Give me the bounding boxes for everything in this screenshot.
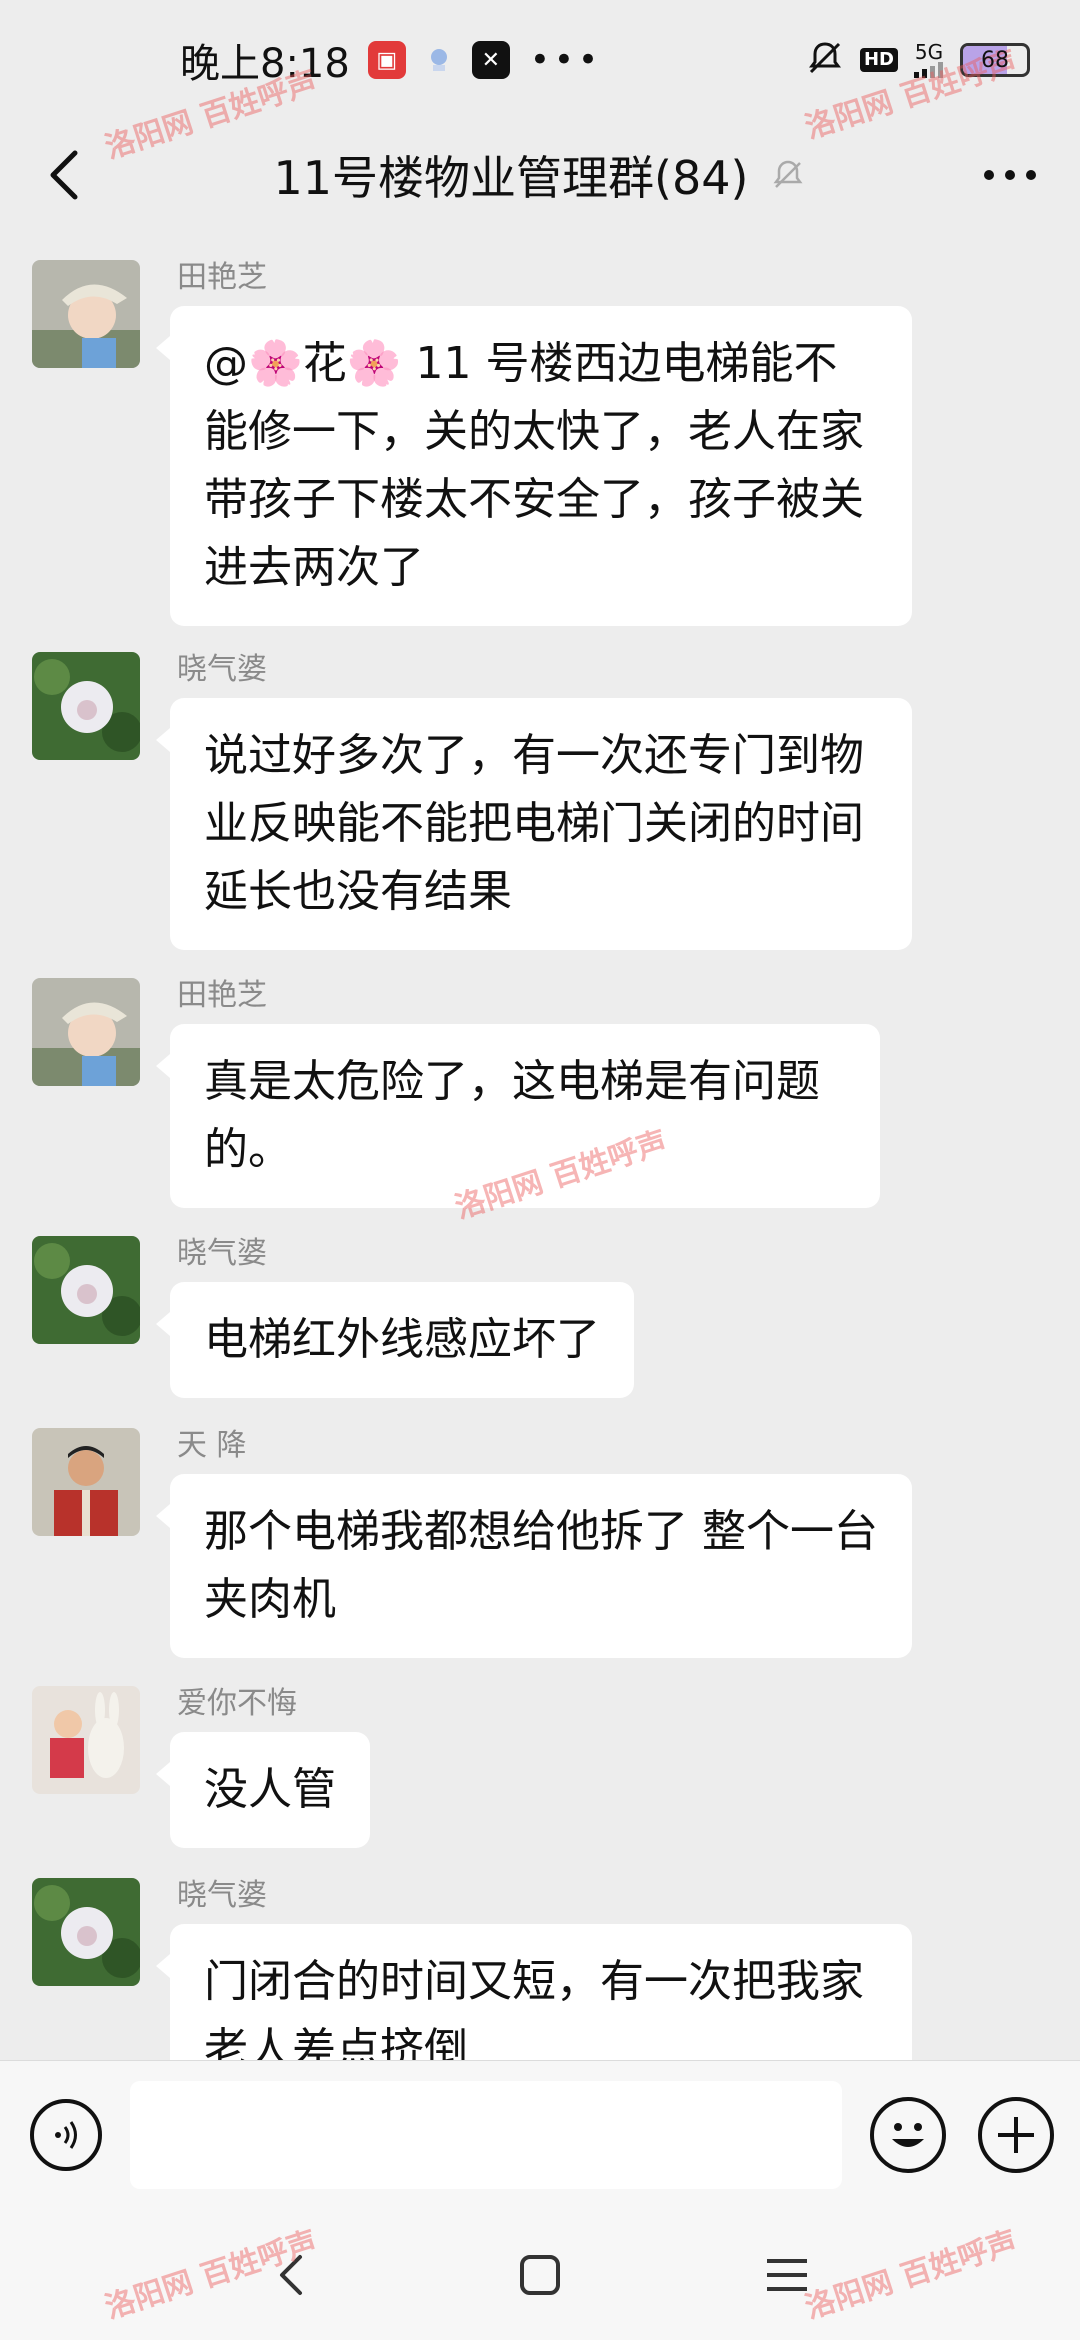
message-input[interactable] <box>130 2081 842 2189</box>
child-avatar-icon <box>32 260 140 368</box>
man-avatar-icon <box>32 1428 140 1536</box>
child-avatar-icon <box>32 978 140 1086</box>
nav-home-button[interactable] <box>505 2240 575 2310</box>
avatar[interactable] <box>32 1236 140 1344</box>
sender-name: 爱你不悔 <box>177 1686 297 1721</box>
back-button[interactable] <box>30 140 100 210</box>
app-red-icon: ▣ <box>367 41 406 79</box>
battery-text: 68 <box>981 47 1009 73</box>
page-title: 11号楼物业管理群(84) <box>273 151 749 205</box>
sender-name: 田艳芝 <box>177 978 267 1013</box>
mute-bell-icon <box>806 39 844 81</box>
emoji-button[interactable] <box>870 2097 946 2173</box>
sender-name: 晓气婆 <box>177 1878 267 1913</box>
avatar[interactable] <box>32 1428 140 1536</box>
avatar[interactable] <box>32 260 140 368</box>
plus-button[interactable] <box>978 2097 1054 2173</box>
input-bar <box>0 2060 1080 2210</box>
back-arrow-icon <box>50 150 78 200</box>
avatar[interactable] <box>32 1878 140 1986</box>
emoji-icon <box>892 2123 924 2147</box>
sender-name: 田艳芝 <box>177 260 267 295</box>
message-list[interactable]: 田艳芝 @🌸花🌸 11 号楼西边电梯能不能修一下，关的太快了，老人在家带孩子下楼… <box>0 230 1080 2060</box>
app-notify-icon <box>420 41 458 79</box>
nav-home-icon <box>520 2255 560 2295</box>
muted-bell-icon <box>773 160 803 188</box>
sender-name: 晓气婆 <box>177 1236 267 1271</box>
avatar[interactable] <box>32 978 140 1086</box>
more-icon <box>984 170 1036 180</box>
flower-avatar-icon <box>32 652 140 760</box>
sender-name: 晓气婆 <box>177 652 267 687</box>
title-wrap: 11号楼物业管理群(84) <box>274 142 807 208</box>
kid-toy-avatar-icon <box>32 1686 140 1794</box>
flower-avatar-icon <box>32 1878 140 1986</box>
sender-name: 天 降 <box>177 1428 247 1463</box>
message-bubble[interactable]: @🌸花🌸 11 号楼西边电梯能不能修一下，关的太快了，老人在家带孩子下楼太不安全… <box>156 306 912 626</box>
plus-icon <box>998 2117 1034 2153</box>
message-bubble[interactable]: 说过好多次了，有一次还专门到物业反映能不能把电梯门关闭的时间延长也没有结果 <box>156 698 912 950</box>
message-bubble[interactable]: 没人管 <box>156 1732 370 1848</box>
flower-avatar-icon <box>32 1236 140 1344</box>
avatar[interactable] <box>32 652 140 760</box>
message-bubble[interactable]: 电梯红外线感应坏了 <box>156 1282 634 1398</box>
hd-badge: HD <box>859 48 898 72</box>
more-dots-icon: ••• <box>529 40 602 80</box>
capcut-icon: ✕ <box>471 41 510 79</box>
voice-icon <box>55 2121 77 2149</box>
voice-button[interactable] <box>30 2099 102 2171</box>
message-bubble[interactable]: 门闭合的时间又短，有一次把我家老人差点挤倒 <box>156 1924 912 2060</box>
avatar[interactable] <box>32 1686 140 1794</box>
more-button[interactable] <box>970 140 1050 210</box>
message-bubble[interactable]: 那个电梯我都想给他拆了 整个一台夹肉机 <box>156 1474 912 1658</box>
